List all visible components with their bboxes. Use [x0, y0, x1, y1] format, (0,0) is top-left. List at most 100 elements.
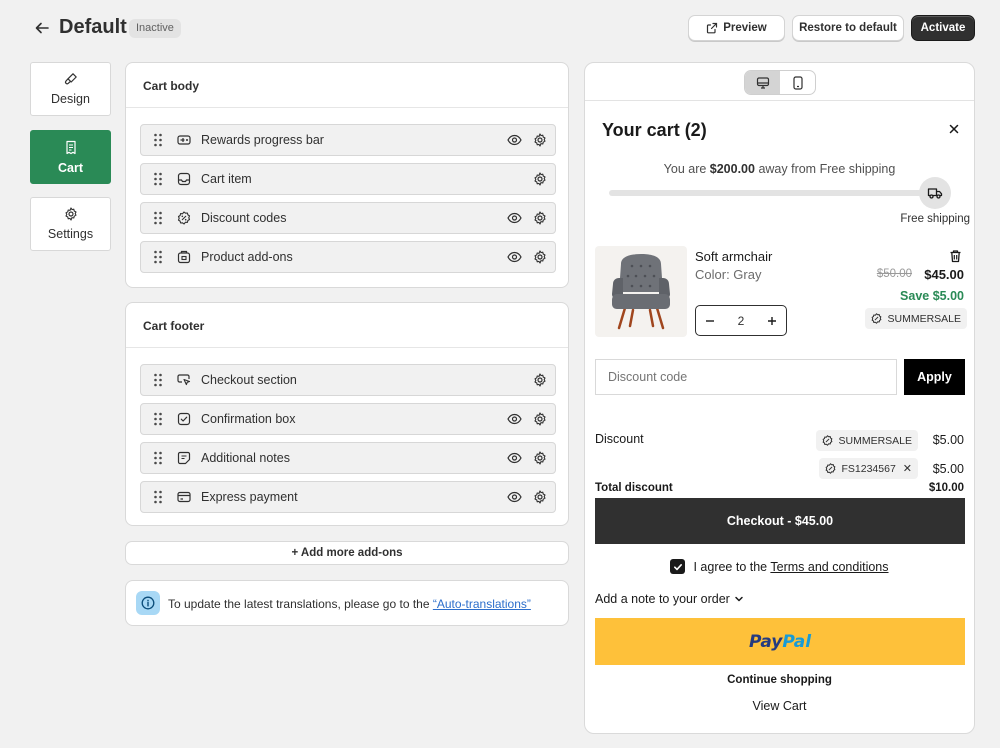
desktop-view-button[interactable] [745, 71, 780, 94]
block-label: Express payment [201, 490, 298, 504]
credit-card-icon [177, 490, 191, 504]
cart-body-card: Cart body Rewards progress bar Cart item… [125, 62, 569, 288]
block-label: Discount codes [201, 211, 287, 225]
device-toolbar [585, 63, 974, 101]
cart-footer-title: Cart footer [143, 319, 205, 333]
cart-footer-card: Cart footer Checkout section Confirmatio… [125, 302, 569, 526]
drag-handle-icon[interactable] [153, 211, 163, 225]
discount-code-input[interactable] [595, 359, 897, 395]
item-price: $45.00 [924, 267, 964, 282]
quantity-value[interactable]: 2 [738, 314, 745, 328]
nav-item-settings[interactable]: Settings [30, 197, 111, 251]
cart-preview-panel: Your cart (2) You are $200.00 away from … [584, 62, 975, 734]
remove-code-icon[interactable]: ✕ [903, 462, 912, 475]
trash-icon[interactable] [949, 249, 962, 263]
plus-icon[interactable] [764, 313, 780, 329]
gear-icon[interactable] [533, 172, 547, 186]
apply-discount-button[interactable]: Apply [904, 359, 965, 395]
discount-icon [871, 313, 882, 324]
nav-item-design[interactable]: Design [30, 62, 111, 116]
close-icon[interactable] [948, 123, 960, 135]
applied-code-amount: $5.00 [932, 462, 964, 476]
eye-icon[interactable] [507, 451, 522, 465]
total-discount-value: $10.00 [928, 482, 964, 494]
rewards-progress-bar [609, 190, 925, 196]
discount-icon [825, 463, 836, 474]
block-row-express-payment[interactable]: Express payment [140, 481, 556, 513]
shipping-prefix: You are [663, 162, 710, 176]
drag-handle-icon[interactable] [153, 172, 163, 186]
addon-icon [177, 250, 191, 264]
gear-icon[interactable] [533, 412, 547, 426]
nav-item-cart[interactable]: Cart [30, 130, 111, 184]
block-label: Confirmation box [201, 412, 296, 426]
gear-icon[interactable] [533, 133, 547, 147]
drag-handle-icon[interactable] [153, 451, 163, 465]
add-more-addons-button[interactable]: + Add more add-ons [125, 541, 569, 565]
info-icon [136, 591, 160, 615]
restore-default-button[interactable]: Restore to default [792, 15, 904, 41]
gear-icon[interactable] [533, 211, 547, 225]
eye-icon[interactable] [507, 412, 522, 426]
agree-text: I agree to the Terms and conditions [693, 560, 888, 574]
nav-label-settings: Settings [47, 227, 94, 241]
add-note-toggle[interactable]: Add a note to your order [595, 592, 744, 606]
add-note-label: Add a note to your order [595, 592, 730, 606]
item-discount-code: SUMMERSALE [887, 312, 961, 325]
brush-icon [64, 72, 78, 86]
cursor-icon [177, 373, 191, 387]
back-arrow-icon[interactable] [32, 18, 52, 38]
product-name: Soft armchair [695, 249, 773, 264]
activate-button[interactable]: Activate [911, 15, 975, 41]
gear-icon[interactable] [533, 490, 547, 504]
block-label: Cart item [201, 172, 252, 186]
receipt-icon [64, 140, 78, 155]
device-switcher [744, 70, 816, 95]
block-row-additional-notes[interactable]: Additional notes [140, 442, 556, 474]
continue-shopping-link[interactable]: Continue shopping [585, 674, 974, 686]
gear-icon[interactable] [533, 250, 547, 264]
free-shipping-message: You are $200.00 away from Free shipping [585, 162, 974, 176]
block-row-cart-item[interactable]: Cart item [140, 163, 556, 195]
terms-checkbox[interactable] [670, 559, 686, 574]
eye-icon[interactable] [507, 211, 522, 225]
block-label: Checkout section [201, 373, 297, 387]
discount-icon [822, 435, 833, 446]
agree-prefix: I agree to the [693, 559, 771, 574]
preview-button[interactable]: Preview [688, 15, 785, 41]
block-row-checkout-section[interactable]: Checkout section [140, 364, 556, 396]
gear-icon[interactable] [533, 451, 547, 465]
block-row-discount-codes[interactable]: Discount codes [140, 202, 556, 234]
eye-icon[interactable] [507, 490, 522, 504]
external-link-icon [706, 22, 718, 34]
drag-handle-icon[interactable] [153, 412, 163, 426]
applied-code-tag: FS1234567 ✕ [819, 458, 918, 479]
block-row-confirmation-box[interactable]: Confirmation box [140, 403, 556, 435]
divider [126, 107, 568, 108]
drag-handle-icon[interactable] [153, 250, 163, 264]
product-variant: Color: Gray [695, 267, 762, 282]
drag-handle-icon[interactable] [153, 133, 163, 147]
drag-handle-icon[interactable] [153, 373, 163, 387]
mobile-view-button[interactable] [780, 71, 815, 94]
checkout-button[interactable]: Checkout - $45.00 [595, 498, 965, 544]
eye-icon[interactable] [507, 133, 522, 147]
paypal-button[interactable]: PayPal [595, 618, 965, 665]
terms-link[interactable]: Terms and conditions [770, 560, 888, 574]
block-row-rewards-progress-bar[interactable]: Rewards progress bar [140, 124, 556, 156]
discount-icon [177, 211, 191, 225]
free-shipping-goal-label: Free shipping [900, 213, 970, 225]
eye-icon[interactable] [507, 250, 522, 264]
savings-text: Save $5.00 [900, 289, 964, 303]
view-cart-link[interactable]: View Cart [585, 699, 974, 713]
block-row-product-add-ons[interactable]: Product add-ons [140, 241, 556, 273]
nav-label-cart: Cart [57, 160, 83, 175]
activate-label: Activate [920, 22, 966, 34]
gear-icon[interactable] [533, 373, 547, 387]
drag-handle-icon[interactable] [153, 490, 163, 504]
minus-icon[interactable] [702, 313, 718, 329]
auto-translations-link[interactable]: “Auto-translations” [433, 597, 531, 611]
applied-code-amount: $5.00 [932, 433, 964, 447]
item-discount-tag: SUMMERSALE [865, 308, 967, 329]
status-badge: Inactive [129, 19, 181, 38]
